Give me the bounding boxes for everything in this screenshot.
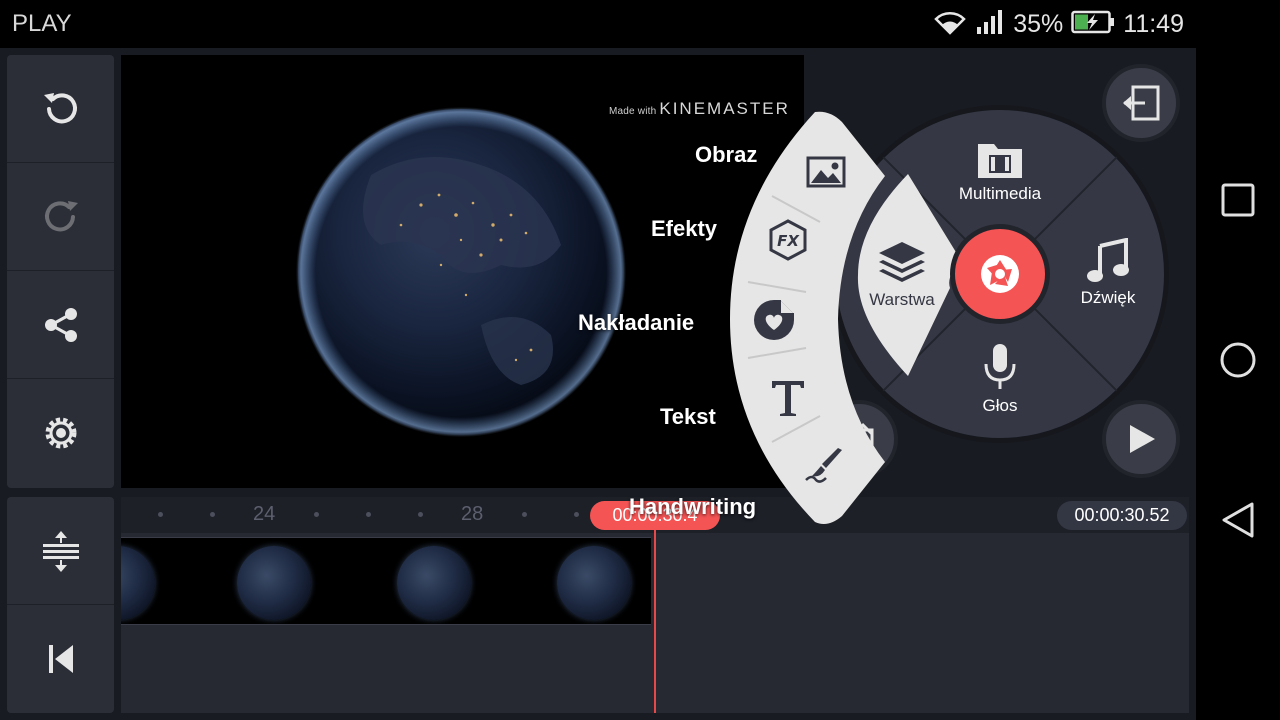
clock: 11:49	[1123, 9, 1184, 38]
image-icon	[806, 156, 846, 188]
voice-button[interactable]: Głos	[960, 342, 1040, 416]
overlay-layer-label: Nakładanie	[578, 310, 695, 335]
ruler-label: 28	[461, 503, 484, 525]
jump-to-start-button[interactable]	[7, 605, 114, 713]
audio-button[interactable]: Dźwięk	[1062, 238, 1154, 308]
square-icon	[1221, 183, 1255, 217]
clip-thumbnail	[121, 546, 155, 620]
ruler-tick	[418, 512, 423, 517]
clip-thumbnail	[397, 546, 471, 620]
ruler-label: 24	[253, 503, 276, 525]
settings-button[interactable]	[7, 379, 114, 487]
battery-percent: 35%	[1013, 9, 1064, 38]
signal-icon	[975, 9, 1005, 40]
share-button[interactable]	[7, 271, 114, 379]
ruler-tick	[210, 512, 215, 517]
ruler-tick	[314, 512, 319, 517]
gear-icon	[45, 417, 76, 449]
record-button[interactable]	[950, 224, 1050, 324]
expand-vertical-icon	[42, 530, 79, 572]
ruler-tick	[366, 512, 371, 517]
svg-text:FX: FX	[777, 232, 800, 250]
triangle-back-icon	[1222, 502, 1254, 538]
clip-thumbnail	[557, 546, 631, 620]
wifi-icon	[933, 9, 967, 40]
recents-button[interactable]	[1214, 176, 1262, 224]
timeline-expand-button[interactable]	[7, 497, 114, 605]
voice-label: Głos	[982, 396, 1018, 415]
play-button[interactable]	[1102, 400, 1180, 478]
brush-icon	[805, 448, 842, 483]
undo-icon	[43, 92, 77, 123]
redo-icon	[44, 200, 78, 231]
handwriting-layer-label: Handwriting	[629, 494, 757, 519]
ruler-tick	[522, 512, 527, 517]
sticker-icon	[754, 300, 794, 340]
status-indicators: 35% 11:49	[933, 8, 1184, 40]
exit-button[interactable]	[1102, 64, 1180, 142]
image-layer-label: Obraz	[695, 142, 758, 167]
play-icon	[1130, 425, 1155, 453]
clip-thumbnail	[237, 546, 311, 620]
image-layer-button[interactable]	[802, 148, 850, 196]
left-toolbar	[7, 55, 114, 488]
audio-label: Dźwięk	[1080, 288, 1136, 307]
undo-button[interactable]	[7, 55, 114, 163]
battery-charging-icon	[1071, 10, 1115, 39]
watermark-prefix: Made with	[609, 106, 657, 117]
status-bar: PLAY 35% 11:49	[0, 0, 1196, 48]
effects-layer-button[interactable]: FX	[764, 216, 812, 264]
overlay-layer-button[interactable]	[750, 296, 798, 344]
skip-start-icon	[48, 645, 73, 673]
text-layer-label: Tekst	[660, 404, 716, 429]
media-folder-icon	[978, 144, 1022, 178]
handwriting-layer-button[interactable]	[800, 442, 848, 490]
text-layer-button[interactable]	[764, 374, 812, 422]
video-clip[interactable]	[121, 537, 651, 625]
microphone-icon	[984, 344, 1016, 389]
effects-layer-label: Efekty	[651, 216, 718, 241]
camera-shutter-icon	[981, 255, 1019, 293]
timeline[interactable]: 24 28 00:00:30.4 00:00:30.52	[121, 497, 1189, 713]
playhead[interactable]	[654, 529, 656, 713]
home-button[interactable]	[1214, 336, 1262, 384]
editor: Made with KINEMASTER 24 28 00:00:30.4 00…	[0, 48, 1196, 720]
ruler-tick	[574, 512, 579, 517]
multimedia-button[interactable]: Multimedia	[950, 138, 1050, 204]
multimedia-label: Multimedia	[958, 184, 1042, 203]
back-button[interactable]	[1214, 496, 1262, 544]
circle-icon	[1220, 342, 1256, 378]
status-app-name: PLAY	[12, 10, 72, 37]
left-toolbar-bottom	[7, 497, 114, 713]
system-nav-bar	[1196, 0, 1280, 720]
exit-icon	[1123, 85, 1160, 121]
fx-icon: FX	[769, 219, 807, 261]
share-icon	[44, 307, 77, 342]
total-time-badge: 00:00:30.52	[1057, 501, 1187, 530]
redo-button[interactable]	[7, 163, 114, 271]
ruler-tick	[158, 512, 163, 517]
music-note-icon	[1087, 238, 1129, 282]
text-icon	[772, 381, 804, 416]
layer-arc-menu: FX Obraz Efekty Nakładanie Tekst Handwri…	[578, 104, 900, 534]
